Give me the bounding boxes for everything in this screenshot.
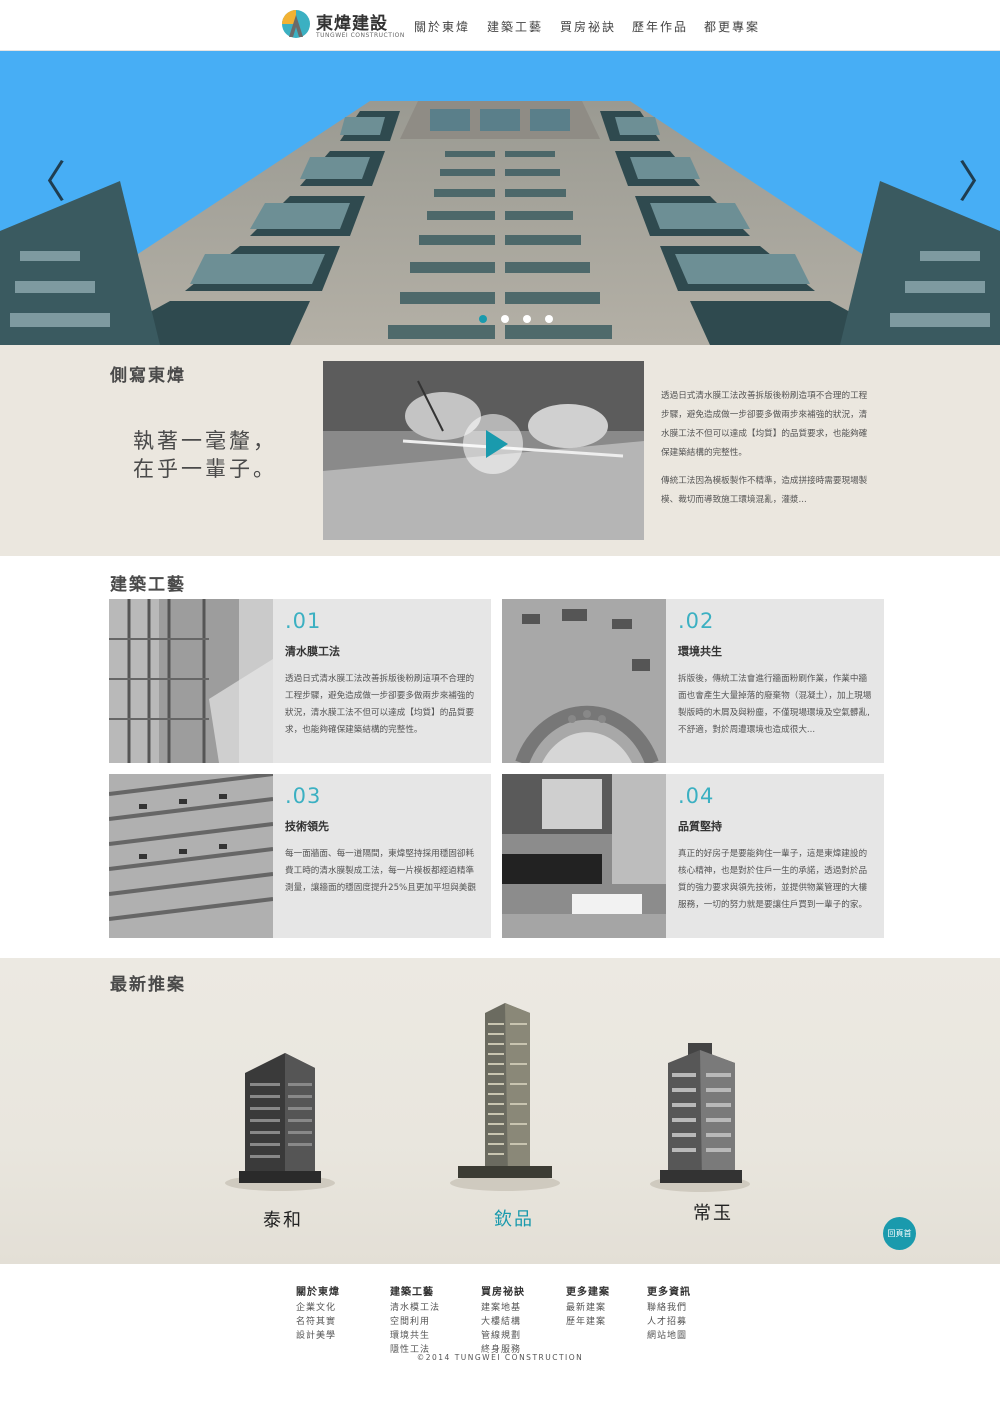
footer-link[interactable]: 聯絡我們	[647, 1301, 691, 1315]
project-taihe-name[interactable]: 泰和	[263, 1206, 303, 1232]
nav-craft[interactable]: 建築工藝	[487, 18, 543, 35]
nav-buying-tips[interactable]: 買房祕訣	[560, 18, 616, 35]
project-taihe[interactable]: 泰和	[225, 1033, 335, 1233]
footer-heading[interactable]: 更多資訊	[647, 1286, 691, 1300]
about-section: 側寫東煒 執著一毫釐， 在乎一輩子。 透過日式清水膜工法改善拆版後粉刷造項不合理…	[0, 345, 1000, 556]
logo-mark-icon	[282, 10, 310, 38]
craft-card-3-number: .03	[285, 784, 322, 808]
footer-link[interactable]: 建案地基	[481, 1301, 525, 1315]
back-to-top-button[interactable]: 回頁首	[883, 1217, 916, 1250]
projects-section: 最新推案 泰和 欽品 常玉	[0, 958, 1000, 1264]
hero-building-image	[0, 51, 1000, 345]
logo-english-name: TUNGWEI CONSTRUCTION	[316, 32, 405, 39]
project-changyu-building-image	[650, 1043, 750, 1192]
craft-card-1-image	[109, 599, 273, 763]
footer-heading[interactable]: 建築工藝	[390, 1286, 440, 1300]
footer-heading[interactable]: 更多建案	[566, 1286, 610, 1300]
footer-link[interactable]: 大樓結構	[481, 1315, 525, 1329]
site-header: 東煒建設 TUNGWEI CONSTRUCTION 關於東煒 建築工藝 買房祕訣…	[0, 0, 1000, 51]
footer-link[interactable]: 環境共生	[390, 1329, 440, 1343]
about-title: 側寫東煒	[110, 366, 186, 386]
footer-link[interactable]: 網站地圖	[647, 1329, 691, 1343]
footer-column-buying: 買房祕訣 建案地基 大樓結構 管線規劃 終身服務	[481, 1286, 525, 1357]
craft-card-3-image	[109, 774, 273, 938]
footer-link[interactable]: 最新建案	[566, 1301, 610, 1315]
about-video[interactable]	[323, 361, 644, 540]
logo-chinese-name: 東煒建設	[316, 14, 388, 34]
video-play-icon[interactable]	[463, 414, 523, 474]
hero-dot-1[interactable]	[479, 315, 487, 323]
footer-link[interactable]: 設計美學	[296, 1329, 340, 1343]
footer-link[interactable]: 人才招募	[647, 1315, 691, 1329]
footer-link[interactable]: 名符其實	[296, 1315, 340, 1329]
craft-card-4-image	[502, 774, 666, 938]
craft-card-4-number: .04	[678, 784, 715, 808]
craft-card-3-text: 每一面牆面、每一道隔間，東煒堅持採用穩固卻耗費工時的清水膜製成工法，每一片模板都…	[285, 849, 476, 893]
project-changyu[interactable]: 常玉	[650, 1038, 760, 1238]
footer-link[interactable]: 歷年建案	[566, 1315, 610, 1329]
project-taihe-building-image	[225, 1053, 335, 1191]
site-footer: 關於東煒 企業文化 名符其實 設計美學 建築工藝 清水模工法 空間利用 環境共生…	[0, 1264, 1000, 1414]
slogan-line-1: 執著一毫釐，	[133, 429, 277, 453]
craft-card-3[interactable]: .03 技術領先 每一面牆面、每一道隔間，東煒堅持採用穩固卻耗費工時的清水膜製成…	[109, 774, 491, 938]
hero-dot-2[interactable]	[501, 315, 509, 323]
footer-heading[interactable]: 買房祕訣	[481, 1286, 525, 1300]
nav-urban-renewal[interactable]: 都更專案	[704, 18, 760, 35]
craft-card-4-text: 真正的好房子是要能夠住一輩子，這是東煒建設的核心精神，也是對於住戶一生的承諾，透…	[678, 849, 868, 910]
craft-card-1-number: .01	[285, 609, 322, 633]
footer-column-info: 更多資訊 聯絡我們 人才招募 網站地圖	[647, 1286, 691, 1343]
craft-card-2[interactable]: .02 環境共生 拆版後，傳統工法會進行牆面粉刷作業，作業中牆面也會產生大量掉落…	[502, 599, 884, 763]
footer-link[interactable]: 管線規劃	[481, 1329, 525, 1343]
hero-dot-4[interactable]	[545, 315, 553, 323]
nav-about[interactable]: 關於東煒	[414, 18, 470, 35]
about-description: 透過日式清水膜工法改善拆版後粉刷造項不合理的工程步驟，避免造成做一步卻要多做兩步…	[661, 387, 873, 519]
projects-title: 最新推案	[110, 975, 186, 995]
copyright-text: ©2014 TUNGWEI CONSTRUCTION	[416, 1353, 584, 1362]
project-qinpin-name[interactable]: 欽品	[494, 1205, 534, 1231]
about-paragraph-1: 透過日式清水膜工法改善拆版後粉刷造項不合理的工程步驟，避免造成做一步卻要多做兩步…	[661, 391, 868, 458]
footer-column-about: 關於東煒 企業文化 名符其實 設計美學	[296, 1286, 340, 1343]
craft-section: 建築工藝 .01 清水膜工法 透過日式清水膜工法改善拆版後粉刷這項不合理的工程步…	[0, 556, 1000, 958]
nav-portfolio[interactable]: 歷年作品	[632, 18, 688, 35]
footer-heading[interactable]: 關於東煒	[296, 1286, 340, 1300]
project-qinpin[interactable]: 欽品	[450, 998, 560, 1238]
craft-card-2-number: .02	[678, 609, 715, 633]
about-paragraph-2: 傳統工法因為模板製作不精準，造成拼接時需要現場製模、裁切而導致施工環境混亂，灌漿…	[661, 476, 868, 505]
craft-title: 建築工藝	[110, 575, 186, 595]
hero-slider: 〈 〉	[0, 51, 1000, 345]
about-slogan: 執著一毫釐， 在乎一輩子。	[133, 427, 277, 483]
craft-card-2-text: 拆版後，傳統工法會進行牆面粉刷作業，作業中牆面也會產生大量掉落的廢棄物（混凝土）…	[678, 674, 872, 735]
site-logo[interactable]: 東煒建設 TUNGWEI CONSTRUCTION	[281, 7, 404, 45]
footer-link[interactable]: 企業文化	[296, 1301, 340, 1315]
hero-dot-3[interactable]	[523, 315, 531, 323]
footer-link[interactable]: 空間利用	[390, 1315, 440, 1329]
footer-column-projects: 更多建案 最新建案 歷年建案	[566, 1286, 610, 1329]
slogan-line-2: 在乎一輩子。	[133, 457, 277, 481]
craft-card-1-text: 透過日式清水膜工法改善拆版後粉刷這項不合理的工程步驟，避免造成做一步卻要多做兩步…	[285, 674, 475, 735]
craft-card-3-title: 技術領先	[285, 820, 329, 833]
craft-card-2-image	[502, 599, 666, 763]
project-changyu-name[interactable]: 常玉	[693, 1199, 733, 1225]
hero-prev-arrow[interactable]: 〈	[22, 161, 66, 205]
project-qinpin-building-image	[450, 1003, 560, 1191]
hero-next-arrow[interactable]: 〉	[958, 161, 1000, 205]
craft-card-4-title: 品質堅持	[678, 820, 722, 833]
footer-column-craft: 建築工藝 清水模工法 空間利用 環境共生 隱性工法	[390, 1286, 440, 1357]
craft-card-4[interactable]: .04 品質堅持 真正的好房子是要能夠住一輩子，這是東煒建設的核心精神，也是對於…	[502, 774, 884, 938]
footer-link[interactable]: 清水模工法	[390, 1301, 440, 1315]
craft-card-1[interactable]: .01 清水膜工法 透過日式清水膜工法改善拆版後粉刷這項不合理的工程步驟，避免造…	[109, 599, 491, 763]
craft-card-1-title: 清水膜工法	[285, 645, 340, 658]
craft-card-2-title: 環境共生	[678, 645, 722, 658]
